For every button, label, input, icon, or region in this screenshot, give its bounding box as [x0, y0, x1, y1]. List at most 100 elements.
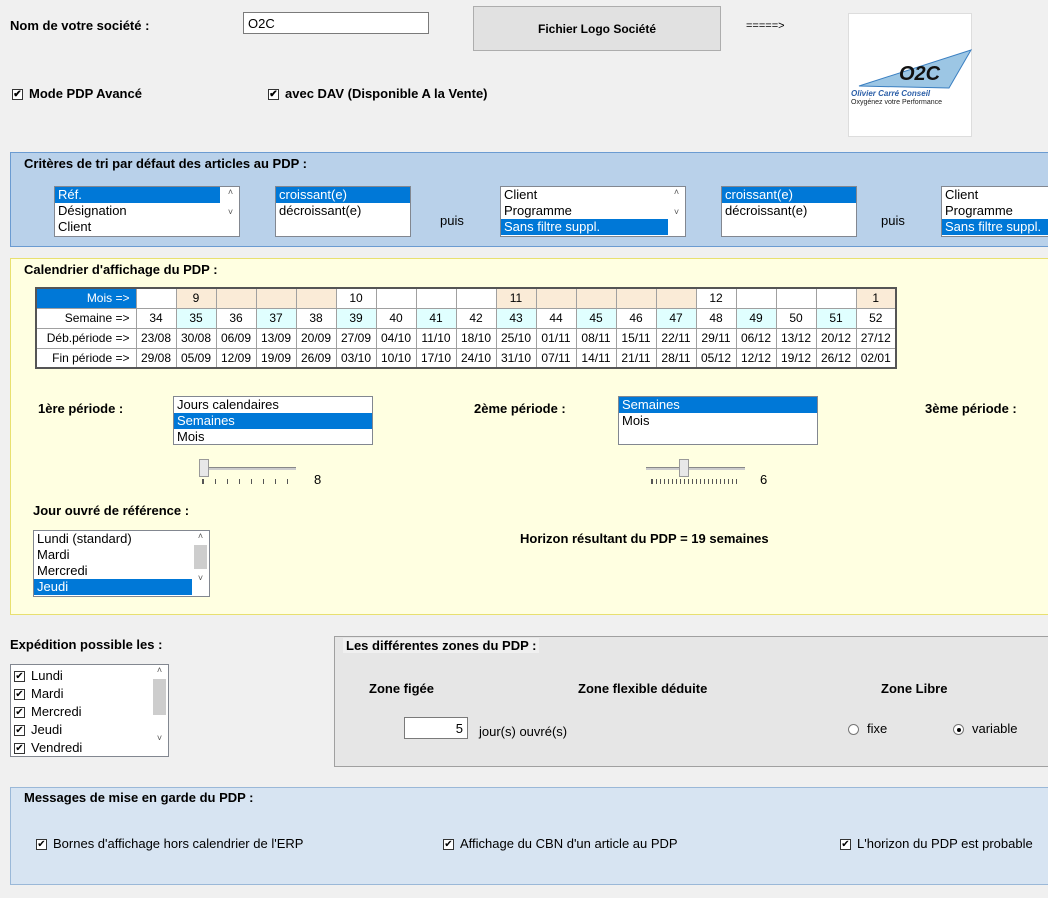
- then-label: puis: [440, 213, 464, 228]
- start-cell: 13/09: [255, 327, 297, 349]
- week-cell: 49: [735, 307, 777, 329]
- start-cell: 25/10: [495, 327, 537, 349]
- warning-label: Affichage du CBN d'un article au PDP: [460, 836, 678, 851]
- list-item[interactable]: Programme: [501, 203, 685, 219]
- list-item[interactable]: croissant(e): [276, 187, 410, 203]
- list-item[interactable]: Jeudi: [34, 579, 192, 595]
- list-item[interactable]: Client: [942, 187, 1048, 203]
- start-cell: 27/12: [855, 327, 897, 349]
- end-cell: 02/01: [855, 347, 897, 369]
- sort-order-list-1[interactable]: croissant(e) décroissant(e): [275, 186, 411, 237]
- slider-thumb[interactable]: [199, 459, 209, 477]
- list-item[interactable]: Client: [55, 219, 239, 235]
- list-item[interactable]: Mois: [174, 429, 372, 444]
- frozen-days-input[interactable]: [404, 717, 468, 739]
- list-item[interactable]: croissant(e): [722, 187, 856, 203]
- start-cell: 06/09: [215, 327, 257, 349]
- list-item[interactable]: Semaines: [174, 413, 372, 429]
- check-icon: ✔: [14, 743, 25, 755]
- start-cell: 20/12: [815, 327, 857, 349]
- period1-list[interactable]: Jours calendaires Semaines Mois: [173, 396, 373, 445]
- logo-image: O2C Olivier Carré Conseil Oxygénez votre…: [851, 49, 973, 106]
- list-item[interactable]: Client: [501, 187, 685, 203]
- row-label: Déb.période =>: [35, 327, 137, 349]
- period2-label: 2ème période :: [474, 401, 566, 416]
- period2-list[interactable]: Semaines Mois: [618, 396, 818, 445]
- list-item[interactable]: Mercredi: [34, 563, 209, 579]
- dav-checkbox[interactable]: ✔ avec DAV (Disponible A la Vente): [268, 86, 488, 101]
- week-cell: 38: [295, 307, 337, 329]
- month-cell: [255, 287, 297, 309]
- week-cell: 45: [575, 307, 617, 329]
- shipping-days-list[interactable]: ✔ Lundi ✔ Mardi ✔ Mercredi ✔ Jeudi ✔ Vendredi ˄ ˅: [10, 664, 169, 757]
- list-item[interactable]: Mardi: [34, 547, 209, 563]
- warning-checkbox-1[interactable]: ✔ Bornes d'affichage hors calendrier de l…: [36, 836, 303, 851]
- end-cell: 19/09: [255, 347, 297, 369]
- scrollbar[interactable]: ˄ ˅: [192, 531, 209, 596]
- list-item[interactable]: Réf.: [55, 187, 220, 203]
- company-name-input[interactable]: [243, 12, 429, 34]
- slider-ticks: [651, 479, 737, 484]
- end-cell: 21/11: [615, 347, 657, 369]
- start-cell: 30/08: [175, 327, 217, 349]
- shipping-day-checkbox[interactable]: ✔ Jeudi: [11, 721, 168, 739]
- week-cell: 51: [815, 307, 857, 329]
- then-label: puis: [881, 213, 905, 228]
- warning-label: L'horizon du PDP est probable: [857, 836, 1033, 851]
- list-item[interactable]: Mois: [619, 413, 817, 429]
- list-item[interactable]: Jours calendaires: [174, 397, 372, 413]
- list-item[interactable]: Désignation: [55, 203, 239, 219]
- sort-order-list-2[interactable]: croissant(e) décroissant(e): [721, 186, 857, 237]
- month-cell: [415, 287, 457, 309]
- list-item[interactable]: décroissant(e): [722, 203, 856, 219]
- zones-title: Les différentes zones du PDP :: [343, 638, 540, 653]
- check-icon: ✔: [12, 89, 23, 101]
- shipping-day-checkbox[interactable]: ✔ Mercredi: [11, 703, 168, 721]
- advanced-mode-label: Mode PDP Avancé: [29, 86, 142, 101]
- warning-checkbox-2[interactable]: ✔ Affichage du CBN d'un article au PDP: [443, 836, 678, 851]
- list-item[interactable]: Lundi (standard): [34, 531, 209, 547]
- start-cell: 20/09: [295, 327, 337, 349]
- sort-field-list-2[interactable]: Client Programme Sans filtre suppl. ˄ ˅: [500, 186, 686, 237]
- list-item[interactable]: Sans filtre suppl.: [501, 219, 668, 235]
- slider-thumb[interactable]: [679, 459, 689, 477]
- period1-slider[interactable]: [198, 459, 298, 479]
- shipping-day-label: Mardi: [31, 686, 64, 701]
- scrollbar[interactable]: ˄ ˅: [222, 187, 239, 236]
- end-cell: 29/08: [135, 347, 177, 369]
- fixed-label: fixe: [867, 721, 888, 736]
- shipping-day-checkbox[interactable]: ✔ Lundi: [11, 667, 168, 685]
- start-cell: 27/09: [335, 327, 377, 349]
- advanced-mode-checkbox[interactable]: ✔ Mode PDP Avancé: [12, 86, 142, 101]
- ref-day-label: Jour ouvré de référence :: [33, 503, 190, 518]
- slider-ticks: [202, 479, 288, 484]
- start-cell: 04/10: [375, 327, 417, 349]
- logo-file-button[interactable]: Fichier Logo Société: [473, 6, 721, 51]
- end-cell: 05/12: [695, 347, 737, 369]
- week-cell: 40: [375, 307, 417, 329]
- shipping-day-checkbox[interactable]: ✔ Mardi: [11, 685, 168, 703]
- scrollbar[interactable]: ˄ ˅: [151, 665, 168, 756]
- list-item[interactable]: Programme: [942, 203, 1048, 219]
- row-label: Mois =>: [35, 287, 137, 309]
- week-cell: 48: [695, 307, 737, 329]
- scrollbar[interactable]: ˄ ˅: [668, 187, 685, 236]
- sort-field-list-3[interactable]: Client Programme Sans filtre suppl.: [941, 186, 1048, 237]
- start-cell: 15/11: [615, 327, 657, 349]
- start-cell: 13/12: [775, 327, 817, 349]
- shipping-day-checkbox[interactable]: ✔ Vendredi: [11, 739, 168, 756]
- ref-day-list[interactable]: Lundi (standard) Mardi Mercredi Jeudi ˄ ˅: [33, 530, 210, 597]
- warning-checkbox-3[interactable]: ✔ L'horizon du PDP est probable: [840, 836, 1033, 851]
- month-cell: [575, 287, 617, 309]
- list-item[interactable]: décroissant(e): [276, 203, 410, 219]
- variable-radio[interactable]: variable: [953, 721, 1018, 736]
- list-item[interactable]: Sans filtre suppl.: [942, 219, 1048, 235]
- company-name-label: Nom de votre société :: [10, 18, 150, 33]
- sort-field-list-1[interactable]: Réf. Désignation Client ˄ ˅: [54, 186, 240, 237]
- arrow-label: =====>: [746, 20, 785, 32]
- warnings-title: Messages de mise en garde du PDP :: [21, 790, 257, 805]
- period2-slider[interactable]: [646, 459, 746, 479]
- fixed-radio[interactable]: fixe: [848, 721, 887, 736]
- list-item[interactable]: Semaines: [619, 397, 817, 413]
- end-row: Fin période => 29/08 05/09 12/09 19/09 26/09 0…: [35, 347, 897, 369]
